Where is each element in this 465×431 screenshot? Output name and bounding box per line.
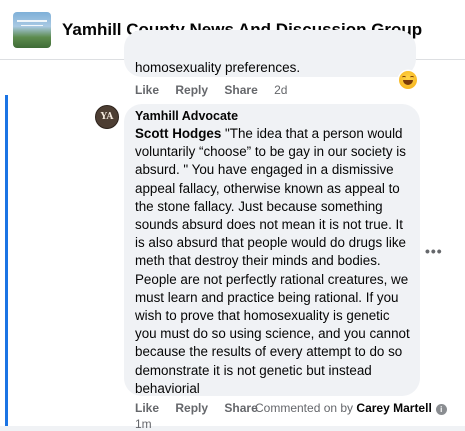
previous-comment-text: homosexuality preferences. [135, 60, 301, 75]
share-button[interactable]: Share [224, 401, 257, 415]
reply-comment-actions: Like Reply Share [135, 401, 271, 415]
reply-button[interactable]: Reply [175, 83, 208, 97]
share-button[interactable]: Share [224, 83, 257, 97]
like-button[interactable]: Like [135, 401, 159, 415]
comment-author[interactable]: Yamhill Advocate [135, 109, 238, 123]
mentioned-user-tag[interactable]: Scott Hodges [135, 126, 221, 141]
commenter-name[interactable]: Carey Martell [356, 401, 431, 415]
commented-on-by: Commented on by Carey Martell i [255, 401, 447, 415]
comment-text: Scott Hodges "The idea that a person wou… [135, 125, 410, 398]
reply-button[interactable]: Reply [175, 401, 208, 415]
info-icon[interactable]: i [435, 404, 447, 415]
commented-on-label: Commented on by [255, 401, 354, 415]
comment-timestamp[interactable]: 2d [274, 83, 287, 97]
comment-thread: homosexuality preferences. Like Reply Sh… [0, 30, 465, 431]
comment-body-text: "The idea that a person would voluntaril… [135, 126, 410, 396]
like-button[interactable]: Like [135, 83, 159, 97]
previous-comment-actions: Like Reply Share 2d [135, 83, 300, 97]
group-cover-photo-icon[interactable] [13, 12, 51, 48]
laughing-emoji-icon[interactable] [399, 71, 417, 89]
avatar[interactable]: YA [95, 105, 119, 129]
more-options-icon[interactable]: ••• [425, 243, 443, 259]
thread-connector-line [5, 95, 8, 426]
comment-timestamp[interactable]: 1m [135, 417, 152, 431]
